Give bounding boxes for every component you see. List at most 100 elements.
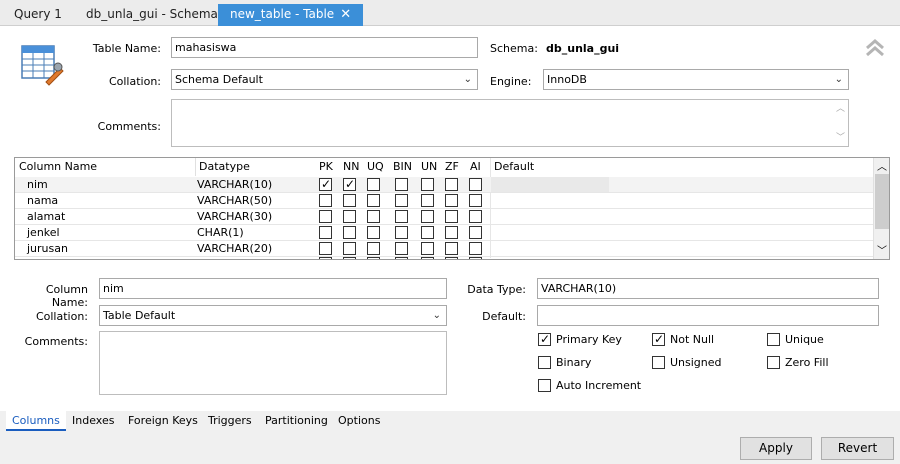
scroll-thumb[interactable]	[875, 174, 889, 229]
cell-bin-checkbox[interactable]	[395, 178, 408, 191]
chevron-down-icon: ⌄	[463, 74, 472, 85]
col-header-zf[interactable]: ZF	[445, 158, 459, 176]
col-header-pk[interactable]: PK	[319, 158, 333, 176]
tab-triggers[interactable]: Triggers	[202, 411, 258, 431]
cell-un-checkbox[interactable]	[421, 242, 434, 255]
cell-datatype[interactable]: VARCHAR(50)	[197, 193, 272, 209]
cell-nn-checkbox[interactable]	[343, 242, 356, 255]
col-header-nn[interactable]: NN	[343, 158, 359, 176]
cell-zf-checkbox[interactable]	[445, 210, 458, 223]
double-chevron-up-icon[interactable]	[864, 38, 886, 58]
cell-un-checkbox[interactable]	[421, 210, 434, 223]
cell-un-checkbox[interactable]	[421, 194, 434, 207]
column-comments-textarea[interactable]	[99, 331, 447, 395]
cell-ai-checkbox[interactable]	[469, 178, 482, 191]
tab-query-1[interactable]: Query 1	[2, 4, 74, 26]
tab-options[interactable]: Options	[332, 411, 386, 431]
tab-schema[interactable]: db_unla_gui - Schema	[74, 4, 230, 26]
scroll-up-icon[interactable]: ︿	[877, 158, 887, 173]
cell-datatype[interactable]: CHAR(1)	[197, 225, 244, 241]
collation-select[interactable]: Schema Default ⌄	[171, 69, 478, 90]
cell-column-name[interactable]: jurusan	[27, 241, 68, 257]
checkbox-edge	[469, 257, 482, 259]
tab-partitioning[interactable]: Partitioning	[259, 411, 334, 431]
column-collation-select[interactable]: Table Default ⌄	[99, 305, 447, 326]
cell-pk-checkbox[interactable]: ✓	[319, 177, 332, 191]
cell-uq-checkbox[interactable]	[367, 210, 380, 223]
binary-checkbox[interactable]	[538, 356, 551, 369]
cell-zf-checkbox[interactable]	[445, 178, 458, 191]
cell-datatype[interactable]: VARCHAR(20)	[197, 241, 272, 257]
default-input[interactable]	[537, 305, 879, 326]
table-row[interactable]: nama VARCHAR(50)	[15, 193, 873, 209]
textarea-scrollbar[interactable]: ︿ ﹀	[832, 100, 848, 146]
cell-datatype[interactable]: VARCHAR(30)	[197, 209, 272, 225]
cell-ai-checkbox[interactable]	[469, 194, 482, 207]
cell-pk-checkbox[interactable]	[319, 194, 332, 207]
cell-ai-checkbox[interactable]	[469, 210, 482, 223]
col-header-uq[interactable]: UQ	[367, 158, 384, 176]
cell-column-name[interactable]: nim	[27, 177, 48, 193]
cell-uq-checkbox[interactable]	[367, 194, 380, 207]
zero-fill-checkbox[interactable]	[767, 356, 780, 369]
col-header-ai[interactable]: AI	[470, 158, 481, 176]
table-row[interactable]: nim VARCHAR(10) ✓ ✓	[15, 177, 873, 193]
cell-datatype[interactable]: VARCHAR(10)	[197, 177, 272, 193]
tab-indexes[interactable]: Indexes	[66, 411, 120, 431]
grid-scrollbar[interactable]: ︿ ﹀	[873, 158, 889, 259]
cell-un-checkbox[interactable]	[421, 178, 434, 191]
col-header-datatype[interactable]: Datatype	[199, 158, 250, 176]
auto-increment-checkbox[interactable]	[538, 379, 551, 392]
col-header-default[interactable]: Default	[494, 158, 534, 176]
close-icon[interactable]: ✕	[340, 4, 351, 25]
cell-uq-checkbox[interactable]	[367, 242, 380, 255]
not-null-checkbox[interactable]: ✓	[652, 332, 665, 346]
cell-nn-checkbox[interactable]	[343, 194, 356, 207]
cell-pk-checkbox[interactable]	[319, 226, 332, 239]
data-type-input[interactable]: VARCHAR(10)	[537, 278, 879, 299]
apply-button[interactable]: Apply	[740, 437, 812, 460]
cell-pk-checkbox[interactable]	[319, 210, 332, 223]
cell-zf-checkbox[interactable]	[445, 226, 458, 239]
cell-default[interactable]	[491, 177, 609, 192]
tab-columns[interactable]: Columns	[6, 411, 66, 431]
cell-nn-checkbox[interactable]: ✓	[343, 177, 356, 191]
col-header-bin[interactable]: BIN	[393, 158, 412, 176]
table-comments-textarea[interactable]: ︿ ﹀	[171, 99, 849, 147]
header-divider	[195, 158, 196, 176]
cell-bin-checkbox[interactable]	[395, 242, 408, 255]
cell-column-name[interactable]: alamat	[27, 209, 65, 225]
cell-ai-checkbox[interactable]	[469, 226, 482, 239]
cell-column-name[interactable]: nama	[27, 193, 58, 209]
unique-checkbox[interactable]	[767, 333, 780, 346]
revert-button[interactable]: Revert	[821, 437, 894, 460]
cell-nn-checkbox[interactable]	[343, 226, 356, 239]
cell-bin-checkbox[interactable]	[395, 226, 408, 239]
table-row[interactable]: jurusan VARCHAR(20)	[15, 241, 873, 257]
tab-foreign-keys[interactable]: Foreign Keys	[122, 411, 204, 431]
cell-pk-checkbox[interactable]	[319, 242, 332, 255]
checkbox-edge	[395, 257, 408, 259]
cell-bin-checkbox[interactable]	[395, 194, 408, 207]
tab-new-table[interactable]: new_table - Table ✕	[218, 4, 364, 26]
cell-uq-checkbox[interactable]	[367, 178, 380, 191]
cell-bin-checkbox[interactable]	[395, 210, 408, 223]
engine-select[interactable]: InnoDB ⌄	[543, 69, 849, 90]
cell-ai-checkbox[interactable]	[469, 242, 482, 255]
table-name-input[interactable]: mahasiswa	[171, 37, 478, 58]
table-row[interactable]: alamat VARCHAR(30)	[15, 209, 873, 225]
cell-uq-checkbox[interactable]	[367, 226, 380, 239]
col-header-name[interactable]: Column Name	[19, 158, 97, 176]
columns-grid[interactable]: Column Name Datatype PK NN UQ BIN UN ZF …	[14, 157, 890, 260]
cell-zf-checkbox[interactable]	[445, 242, 458, 255]
scroll-down-icon[interactable]: ﹀	[877, 242, 887, 257]
unsigned-checkbox[interactable]	[652, 356, 665, 369]
cell-un-checkbox[interactable]	[421, 226, 434, 239]
column-name-input[interactable]: nim	[99, 278, 447, 299]
primary-key-checkbox[interactable]: ✓	[538, 332, 551, 346]
cell-column-name[interactable]: jenkel	[27, 225, 60, 241]
col-header-un[interactable]: UN	[421, 158, 437, 176]
cell-nn-checkbox[interactable]	[343, 210, 356, 223]
table-row[interactable]: jenkel CHAR(1)	[15, 225, 873, 241]
cell-zf-checkbox[interactable]	[445, 194, 458, 207]
